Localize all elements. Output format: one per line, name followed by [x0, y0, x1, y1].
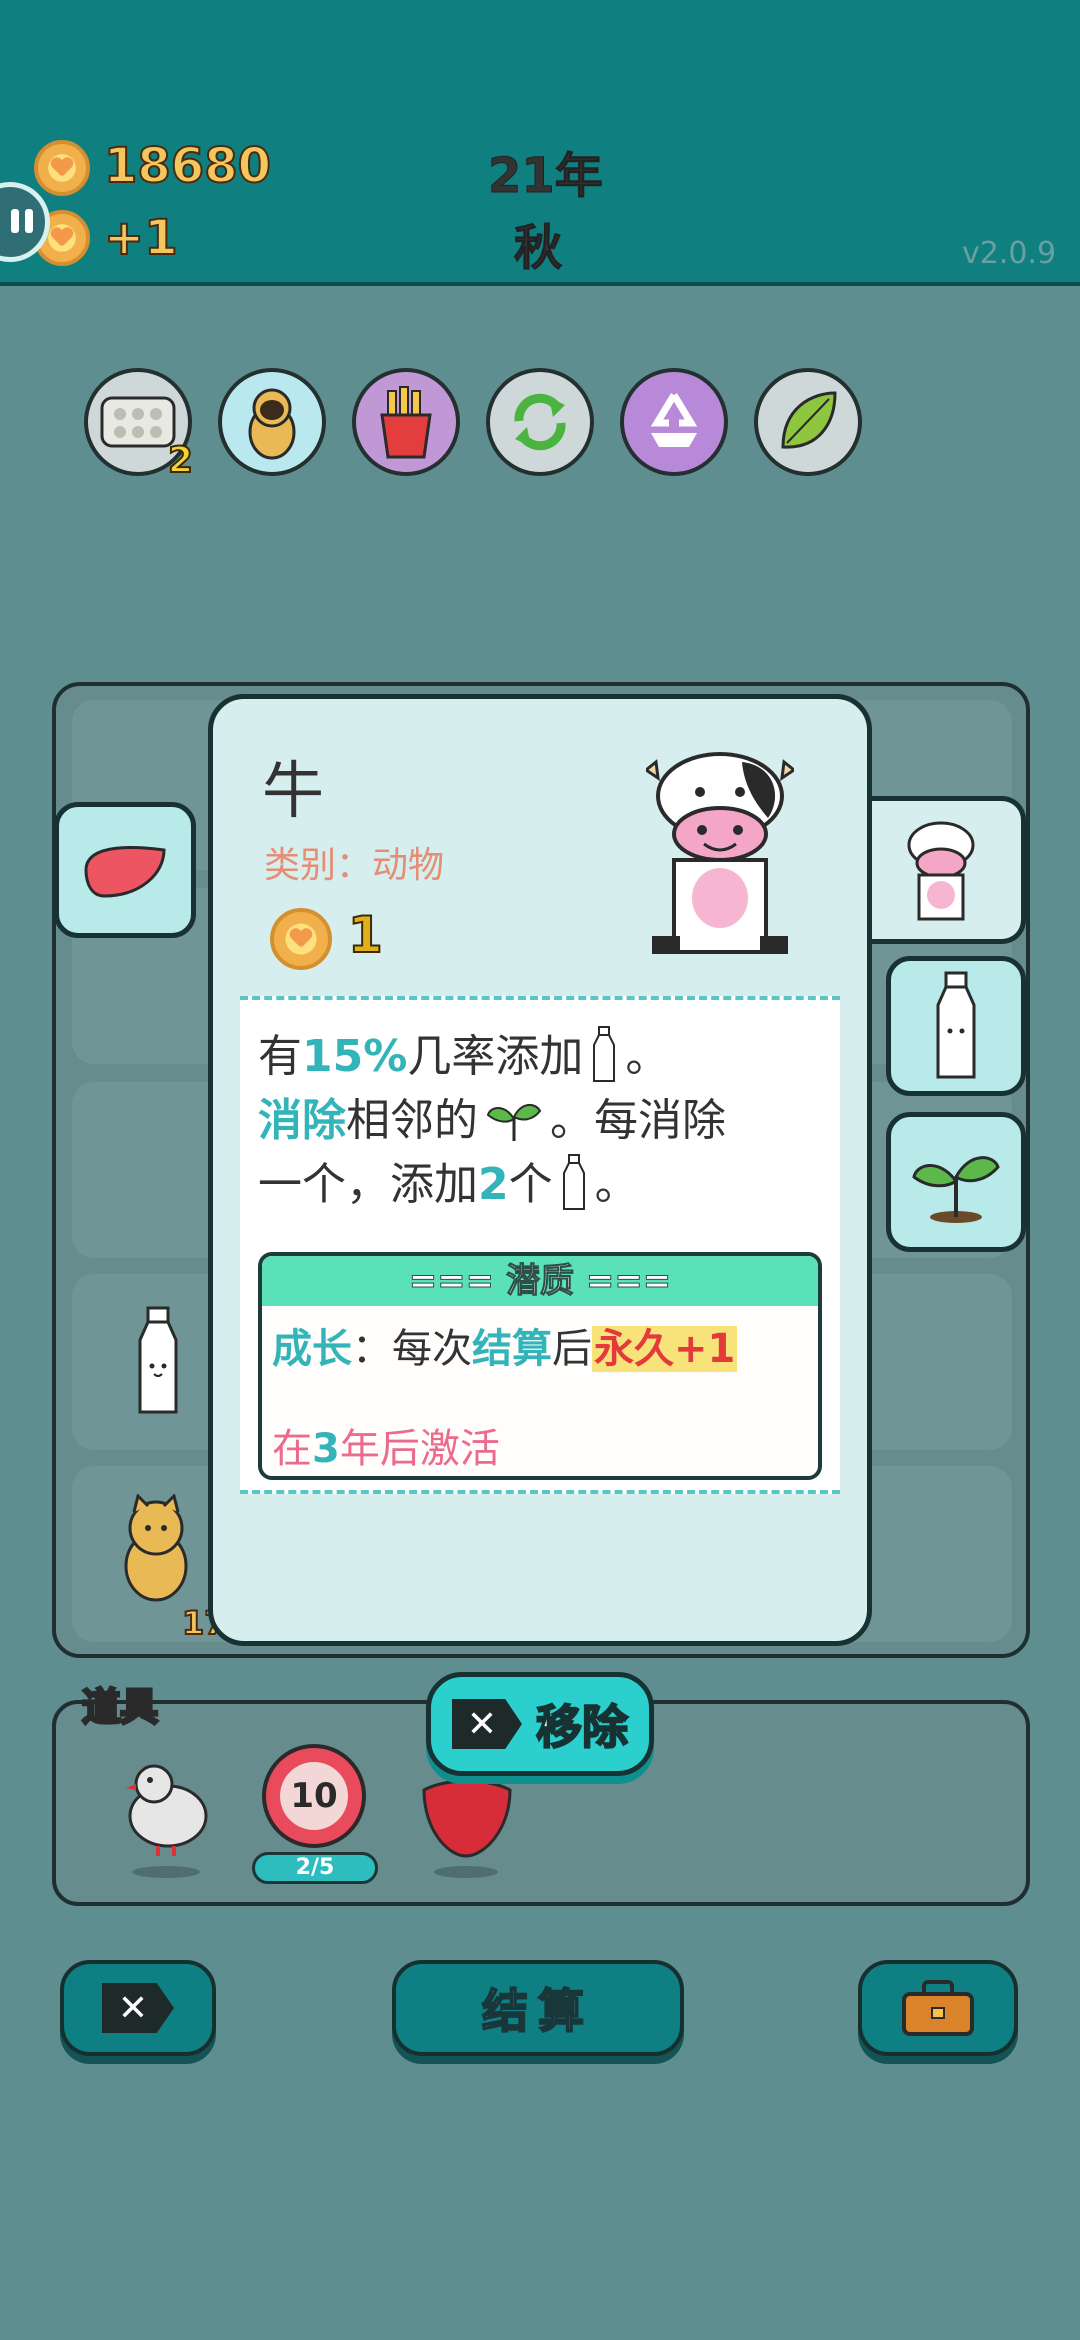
discard-icon: ✕: [102, 1983, 174, 2033]
relic-leaf[interactable]: [754, 368, 862, 476]
income-value: +1: [103, 209, 179, 267]
relic-refresh[interactable]: [486, 368, 594, 476]
item-strawberry[interactable]: [418, 1760, 518, 1884]
coin-balance: 18680: [103, 137, 272, 195]
inventory-button[interactable]: [858, 1960, 1018, 2056]
item-counter-token[interactable]: 10: [262, 1744, 366, 1848]
relic-fries[interactable]: [352, 368, 460, 476]
sprout-icon: [912, 1156, 1000, 1223]
year-label: 21年: [488, 148, 604, 205]
board-tile-cat[interactable]: [108, 1493, 208, 1608]
cat-relic-icon: [248, 388, 296, 460]
cow-icon: [643, 752, 797, 954]
relic-cat[interactable]: [218, 368, 326, 476]
desc-line-3: 一个，添加2个。: [258, 1148, 639, 1222]
item-pigeon[interactable]: [118, 1750, 214, 1884]
item-progress: 2/5: [252, 1852, 378, 1884]
remove-label: 移除: [535, 1699, 629, 1755]
version-label: v2.0.9: [962, 236, 1057, 271]
board-tile-milk[interactable]: [130, 1306, 186, 1420]
potential-activation: 在3年后激活: [272, 1426, 500, 1472]
tab-sprout[interactable]: [886, 1112, 1026, 1252]
potential-header: === 潜质 ===: [262, 1256, 818, 1306]
egg-tray-icon: [100, 396, 176, 448]
tab-cow[interactable]: [860, 796, 1026, 944]
milk-bottle-icon: [936, 971, 976, 1079]
remove-icon: ✕: [452, 1699, 522, 1749]
coin-icon: [34, 140, 90, 196]
cat-icon: [124, 1493, 188, 1602]
relic-count-badge: 2: [167, 439, 194, 482]
card-title: 牛: [262, 754, 325, 827]
card-cost: 1: [347, 905, 384, 965]
cost-coin-icon: [270, 908, 332, 970]
leaf-icon: [781, 391, 837, 449]
pigeon-icon: [126, 1764, 208, 1878]
desc-line-1: 有15%几率添加。: [258, 1020, 669, 1094]
tab-milk[interactable]: [886, 956, 1026, 1096]
card-category: 类别：动物: [264, 845, 445, 886]
fries-icon: [380, 386, 432, 459]
board-tile-liver[interactable]: [54, 802, 196, 938]
strawberry-icon: [422, 1779, 512, 1878]
recycle-icon: [650, 393, 698, 447]
settle-button[interactable]: 结算: [392, 1960, 684, 2056]
briefcase-icon: [902, 1980, 974, 2036]
season-label: 秋: [513, 220, 563, 277]
settle-label: 结算: [481, 1983, 594, 2039]
remove-button[interactable]: ✕ 移除: [426, 1672, 654, 1776]
refresh-icon: [514, 393, 566, 451]
cow-icon: [907, 821, 974, 921]
discard-button[interactable]: ✕: [60, 1960, 216, 2056]
item-tray-label: 道具: [80, 1684, 159, 1731]
desc-line-2: 消除相邻的 。每消除: [258, 1084, 726, 1154]
potential-box: === 潜质 === 成长：每次结算后永久+1 在3年后激活: [258, 1252, 822, 1480]
counter-value: 10: [280, 1762, 348, 1830]
potential-growth: 成长：每次结算后永久+1: [272, 1326, 738, 1372]
milk-bottle-icon: [138, 1306, 178, 1414]
card-cow-illustration: [643, 748, 797, 962]
milk-bottle-icon: [559, 1153, 589, 1222]
relic-recycle[interactable]: [620, 368, 728, 476]
liver-icon: [84, 845, 166, 898]
sprout-icon: [484, 1093, 544, 1154]
